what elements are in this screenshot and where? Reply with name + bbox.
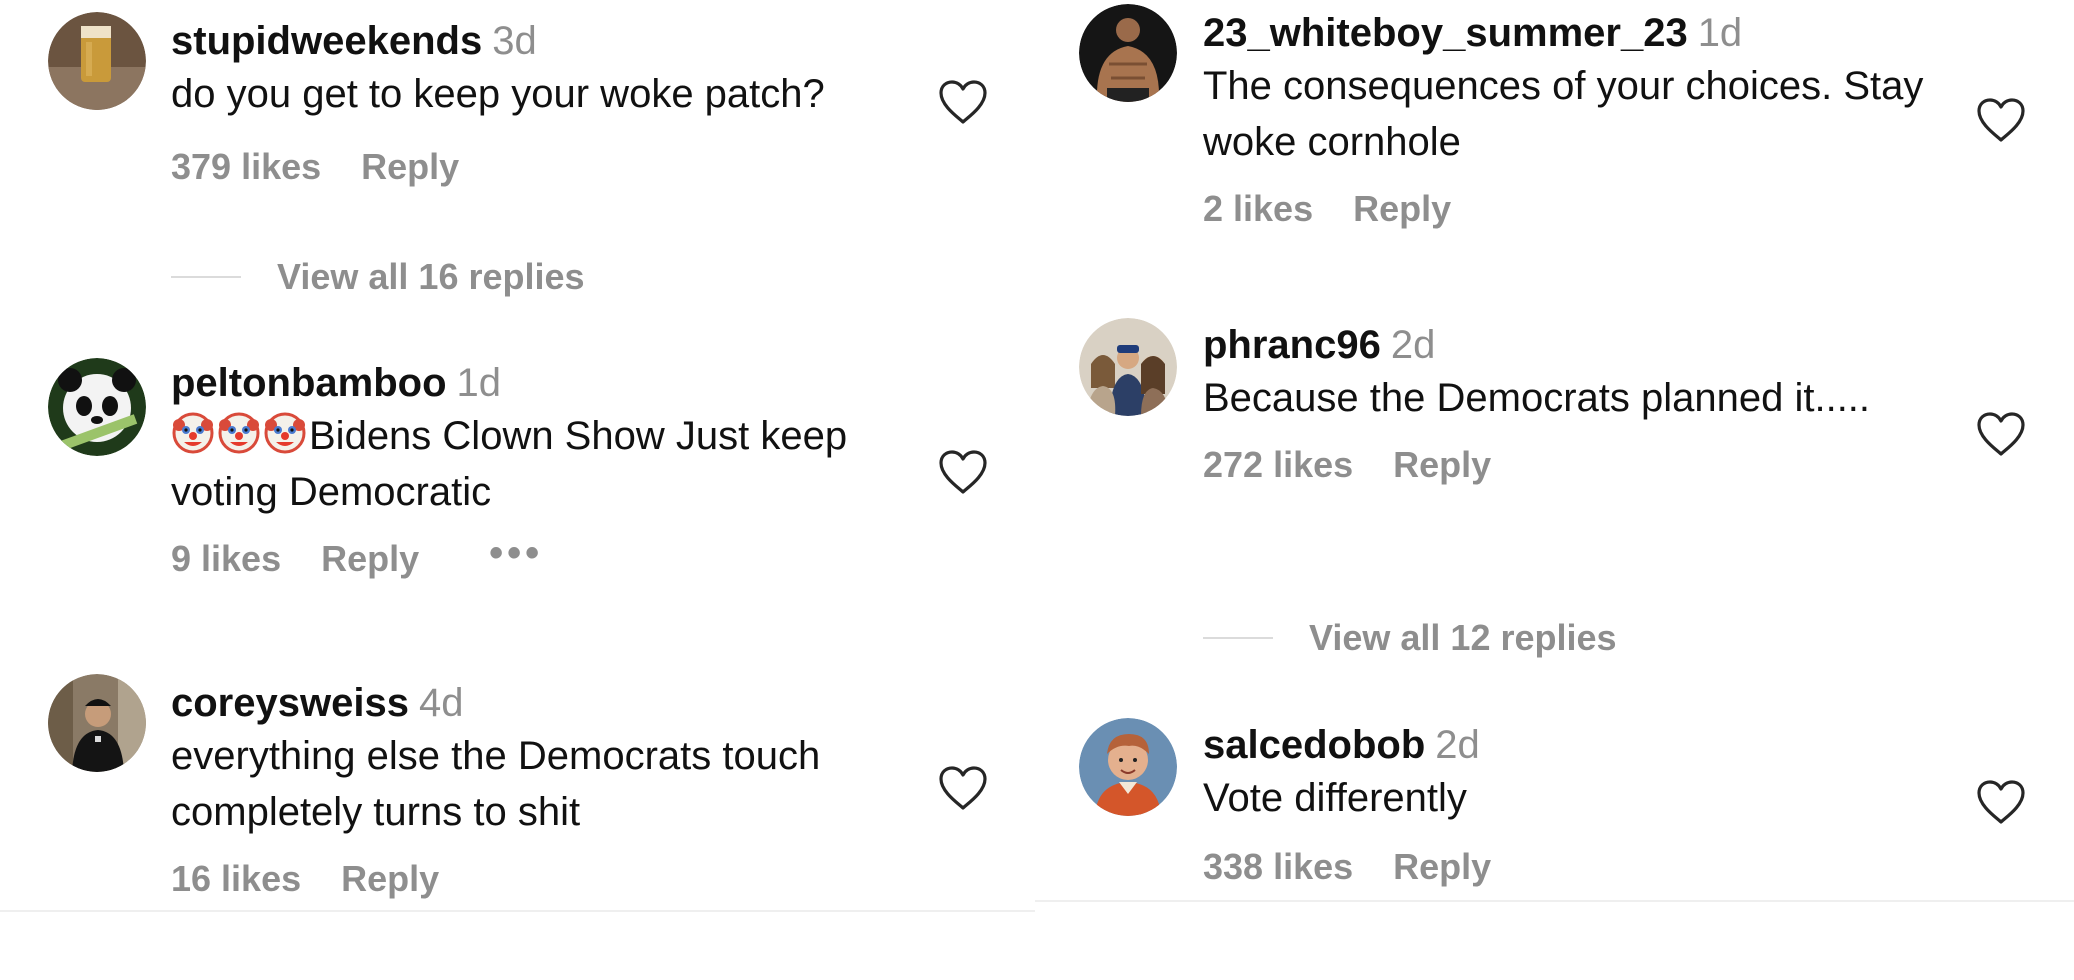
heart-outline-icon[interactable] [1975, 96, 2027, 144]
reply-button[interactable]: Reply [1393, 846, 1491, 888]
comment-username[interactable]: stupidweekends [171, 19, 482, 63]
comment-timestamp: 2d [1435, 723, 1480, 767]
avatar[interactable] [48, 674, 146, 772]
comment-username[interactable]: phranc96 [1203, 323, 1381, 367]
comment-username[interactable]: 23_whiteboy_summer_23 [1203, 11, 1688, 55]
like-count[interactable]: 16 likes [171, 858, 301, 900]
comment-text: The consequences of your choices. Stay w… [1203, 64, 1924, 164]
comment-timestamp: 3d [492, 19, 537, 63]
comment-text: Vote differently [1203, 776, 1467, 820]
comment-username[interactable]: salcedobob [1203, 723, 1425, 767]
reply-button[interactable]: Reply [341, 858, 439, 900]
avatar[interactable] [1079, 4, 1177, 102]
avatar[interactable] [1079, 318, 1177, 416]
heart-outline-icon[interactable] [937, 764, 989, 812]
clown-face-emoji [217, 411, 261, 455]
reply-button[interactable]: Reply [321, 538, 419, 580]
like-count[interactable]: 338 likes [1203, 846, 1353, 888]
heart-outline-icon[interactable] [937, 78, 989, 126]
comment-text: do you get to keep your woke patch? [171, 72, 825, 116]
comment-text: Because the Democrats planned it..... [1203, 376, 1871, 420]
reply-button[interactable]: Reply [1393, 444, 1491, 486]
avatar[interactable] [48, 12, 146, 110]
comment-timestamp: 2d [1390, 323, 1436, 367]
reply-button[interactable]: Reply [361, 146, 459, 188]
more-options-icon[interactable]: ••• [489, 533, 543, 573]
view-replies-label[interactable]: View all 16 replies [277, 256, 585, 298]
comment-timestamp: 4d [418, 681, 464, 725]
avatar[interactable] [1079, 718, 1177, 816]
panel-bottom-divider [0, 910, 1035, 912]
comment-username[interactable]: peltonbamboo [171, 361, 447, 405]
like-count[interactable]: 272 likes [1203, 444, 1353, 486]
replies-divider-line [171, 276, 241, 278]
avatar[interactable] [48, 358, 146, 456]
heart-outline-icon[interactable] [1975, 778, 2027, 826]
heart-outline-icon[interactable] [1975, 410, 2027, 458]
comment-timestamp: 1d [456, 361, 502, 405]
view-replies-link[interactable]: View all 12 replies [1203, 617, 1617, 659]
comment-timestamp: 1d [1697, 11, 1743, 55]
heart-outline-icon[interactable] [937, 448, 989, 496]
comment-text: everything else the Democrats touch comp… [171, 734, 821, 834]
clown-face-emoji [263, 411, 307, 455]
like-count[interactable]: 2 likes [1203, 188, 1313, 230]
like-count[interactable]: 9 likes [171, 538, 281, 580]
replies-divider-line [1203, 637, 1273, 639]
reply-button[interactable]: Reply [1353, 188, 1451, 230]
view-replies-link[interactable]: View all 16 replies [171, 256, 585, 298]
clown-face-emoji [171, 411, 215, 455]
view-replies-label[interactable]: View all 12 replies [1309, 617, 1617, 659]
like-count[interactable]: 379 likes [171, 146, 321, 188]
comment-username[interactable]: coreysweiss [171, 681, 409, 725]
panel-bottom-divider [1035, 900, 2074, 902]
